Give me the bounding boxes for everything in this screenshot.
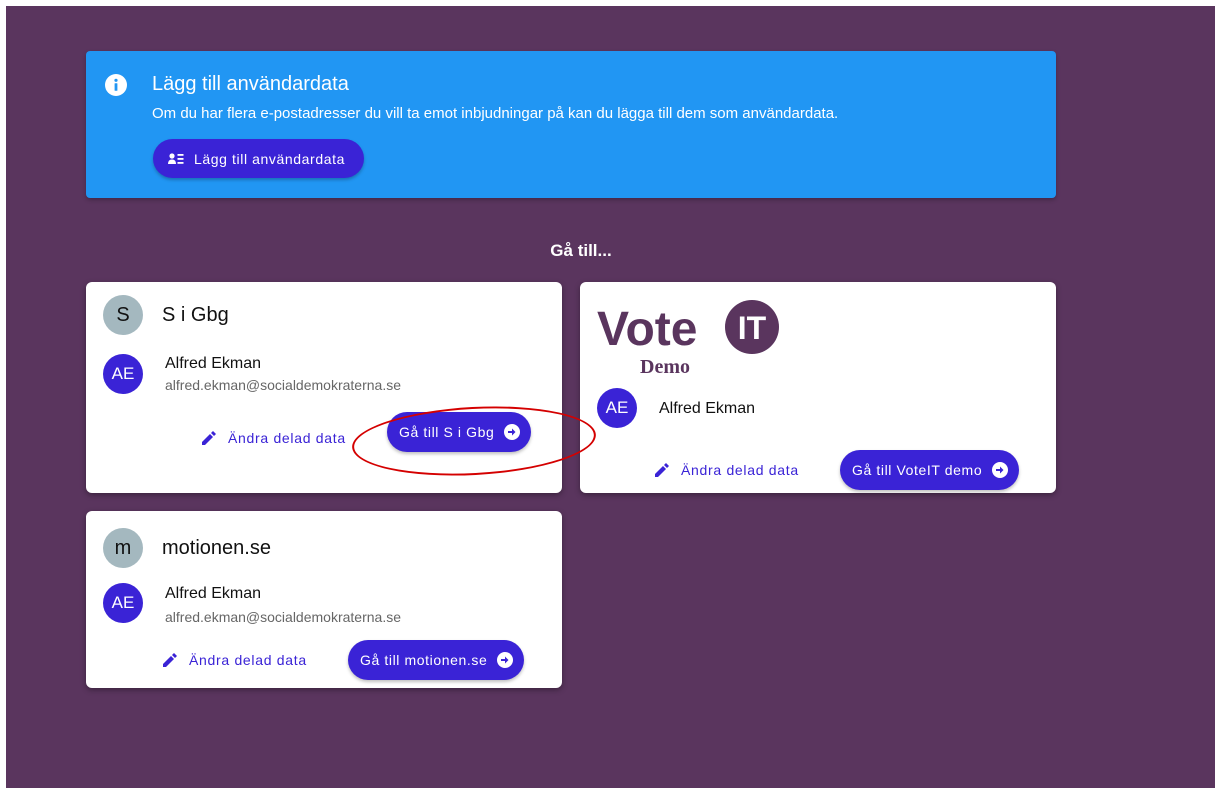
user-avatar: AE	[597, 388, 637, 428]
page-background: Lägg till användardata Om du har flera e…	[6, 6, 1215, 788]
user-data-banner: Lägg till användardata Om du har flera e…	[86, 51, 1056, 198]
org-avatar: S	[103, 295, 143, 335]
edit-shared-data-button[interactable]: Ändra delad data	[655, 450, 799, 490]
user-avatar: AE	[103, 354, 143, 394]
logo-subtitle: Demo	[640, 356, 690, 377]
user-name: Alfred Ekman	[165, 585, 262, 602]
banner-title: Lägg till användardata	[152, 73, 349, 95]
banner-text: Om du har flera e-postadresser du vill t…	[152, 105, 839, 122]
arrow-circle-right-icon	[497, 652, 514, 668]
logo-badge: IT	[738, 310, 767, 346]
add-user-data-button[interactable]: Lägg till användardata	[153, 139, 364, 178]
info-icon	[105, 74, 127, 96]
user-name: Alfred Ekman	[165, 355, 262, 372]
pencil-icon	[202, 431, 216, 445]
voteit-demo-logo: Vote IT Demo	[597, 300, 779, 377]
user-avatar: AE	[103, 583, 143, 623]
pencil-icon	[163, 653, 177, 667]
contact-list-icon	[168, 152, 184, 164]
goto-voteit-demo-label: Gå till VoteIT demo	[852, 462, 983, 478]
add-user-data-label: Lägg till användardata	[194, 150, 345, 167]
edit-shared-data-button[interactable]: Ändra delad data	[202, 418, 346, 458]
edit-shared-data-label: Ändra delad data	[189, 652, 307, 668]
user-email: alfred.ekman@socialdemokraterna.se	[165, 609, 401, 625]
org-name: S i Gbg	[162, 304, 229, 326]
arrow-circle-right-icon	[992, 462, 1009, 478]
pencil-icon	[655, 463, 669, 477]
goto-heading: Gå till...	[550, 241, 612, 260]
user-email: alfred.ekman@socialdemokraterna.se	[165, 377, 401, 393]
goto-voteit-demo-button[interactable]: Gå till VoteIT demo	[840, 450, 1020, 490]
goto-s-i-gbg-label: Gå till S i Gbg	[399, 424, 495, 440]
goto-motionen-button[interactable]: Gå till motionen.se	[348, 640, 525, 680]
goto-motionen-label: Gå till motionen.se	[360, 652, 488, 668]
organisation-card-s-i-gbg: S S i Gbg AE Alfred Ekman alfred.ekman@s…	[86, 282, 562, 493]
user-name: Alfred Ekman	[659, 400, 756, 417]
organisation-card-voteit-demo: Vote IT Demo AE Alfred Ekman Ändra delad…	[580, 282, 1056, 493]
edit-shared-data-label: Ändra delad data	[681, 462, 799, 478]
logo-text: Vote	[597, 303, 697, 356]
org-avatar: m	[103, 528, 143, 568]
edit-shared-data-label: Ändra delad data	[228, 430, 346, 446]
goto-s-i-gbg-button[interactable]: Gå till S i Gbg	[387, 412, 532, 452]
org-name: motionen.se	[162, 537, 271, 559]
arrow-circle-right-icon	[504, 424, 521, 440]
organisation-card-motionen: m motionen.se AE Alfred Ekman alfred.ekm…	[86, 511, 562, 688]
edit-shared-data-button[interactable]: Ändra delad data	[163, 640, 307, 680]
